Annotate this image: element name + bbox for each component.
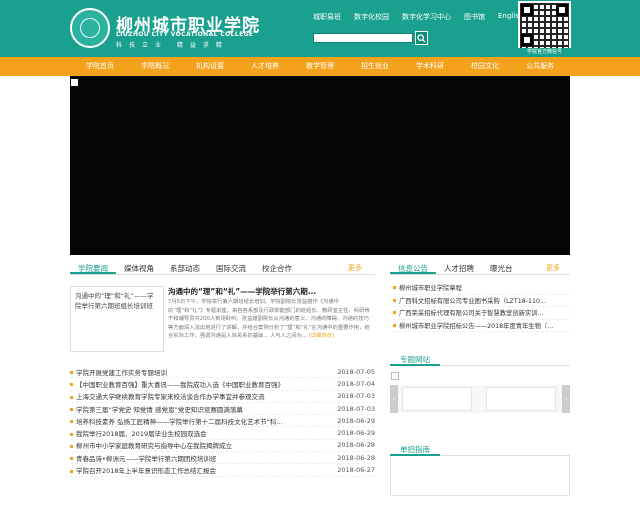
news-row[interactable]: 上海交通大学继续教育学院专家来校洽谈合作办学事宜并参观交流 2018-07-03 (70, 391, 375, 403)
news-date: 2018-06-29 (337, 429, 375, 438)
notice-tabs: 信息公告 人才招聘 曝光台 (390, 261, 570, 275)
carousel-slide[interactable] (486, 387, 556, 411)
guide-header: 单招指南 (390, 442, 570, 456)
search-icon (417, 33, 426, 43)
news-row[interactable]: 青春品诗•柳洲元——学院举行第六期团校培训班 2018-06-28 (70, 452, 375, 465)
qr-caption: 学院官方微信号 (518, 48, 571, 56)
featured-news-image[interactable]: 沟通中的“理”和“礼”——学院举行第六期班组长培训班 (70, 286, 164, 352)
news-row[interactable]: 柳州市中小学家庭教育研究与指导中心在我院揭牌成立 2018-06-28 (70, 440, 375, 453)
tab-media-view[interactable]: 媒体视角 (116, 261, 162, 274)
tab-school-enterprise[interactable]: 校企合作 (254, 261, 300, 274)
notice-item[interactable]: 广西科文招标有限公司专业图书采购（LZT18-110... (393, 295, 569, 307)
news-date: 2018-07-05 (337, 367, 375, 376)
zhuanti-header: 专题网站 (390, 352, 570, 366)
notice-list: 柳州城市职业学院章程 广西科文招标有限公司专业图书采购（LZT18-110...… (393, 282, 569, 332)
notice-item[interactable]: 柳州城市职业学院章程 (393, 282, 569, 295)
tab-international[interactable]: 国际交流 (208, 261, 254, 274)
nav-item-culture[interactable]: 校园文化 (458, 57, 513, 76)
nav-item-services[interactable]: 公共服务 (513, 57, 568, 76)
news-title[interactable]: 青春品诗•柳洲元——学院举行第六期团校培训班 (70, 453, 216, 463)
news-list: 学院开展党建工作实务专题培训 2018-07-05 【中国职业教育百强】重大喜讯—… (70, 366, 375, 477)
zhuanti-title: 专题网站 (390, 352, 440, 366)
news-date: 2018-06-29 (337, 416, 375, 425)
featured-image-caption: 沟通中的“理”和“礼”——学院举行第六期班组长培训班 (75, 292, 154, 310)
guide-title: 单招指南 (390, 442, 440, 456)
chevron-right-icon: › (564, 395, 568, 403)
news-date: 2018-06-27 (337, 466, 375, 475)
college-emblem-icon[interactable] (70, 8, 110, 48)
news-more-link[interactable]: 更多 (348, 263, 362, 273)
main-nav: 学院首页 学院概况 机构设置 人才培养 教学管理 招生就业 学术科研 校园文化 … (0, 57, 640, 76)
top-link-learning-center[interactable]: 数字化学习中心 (402, 12, 451, 22)
news-title[interactable]: 学院第三届“学党史 知党情 感党恩”党史知识竞赛圆满落幕 (70, 404, 243, 414)
nav-item-admission[interactable]: 招生就业 (348, 57, 403, 76)
nav-item-research[interactable]: 学术科研 (403, 57, 458, 76)
news-title[interactable]: 培养科技素养 弘扬工匠精神——学院举行第十二届科技文化艺术节“科… (70, 416, 283, 426)
banner-thumbnail[interactable] (71, 79, 78, 86)
news-row[interactable]: 培养科技素养 弘扬工匠精神——学院举行第十二届科技文化艺术节“科… 2018-06… (70, 415, 375, 428)
notice-item[interactable]: 柳州城市职业学院招标公告——2018年度青年生物（... (393, 320, 569, 332)
top-links: 城职易班 数字化校园 数字化学习中心 图书馆 English (313, 12, 536, 22)
carousel-next-button[interactable]: › (562, 385, 570, 413)
tab-announcements[interactable]: 信息公告 (390, 261, 436, 274)
featured-news-body: 7月5日下午，学院举行第六期班组长培训，学院副院长张益雄作《沟通中的“理”和“礼… (168, 298, 373, 341)
site-header: 柳州城市职业学院 LIUZHOU CITY VOCATIONAL COLLEGE… (0, 0, 640, 57)
notice-item[interactable]: 广西荣采招标代理有限公司关于智慧教室创新实训... (393, 307, 569, 320)
nav-item-teaching[interactable]: 教学管理 (293, 57, 348, 76)
top-link-library[interactable]: 图书馆 (464, 12, 485, 22)
wechat-qr-code (518, 1, 571, 54)
nav-item-organization[interactable]: 机构设置 (183, 57, 238, 76)
zhuanti-checkbox[interactable] (391, 372, 399, 380)
zhuanti-carousel: ‹ › (390, 385, 570, 413)
news-title[interactable]: 学院召开2018年上半年意识形态工作总结汇报会 (70, 465, 216, 475)
news-row[interactable]: 我院举行2018届、2019届毕业生校园双选会 2018-06-29 (70, 427, 375, 440)
carousel-slide[interactable] (402, 387, 472, 411)
top-link-yiban[interactable]: 城职易班 (313, 12, 341, 22)
news-date: 2018-07-03 (337, 404, 375, 413)
carousel-prev-button[interactable]: ‹ (390, 385, 398, 413)
college-name-en: LIUZHOU CITY VOCATIONAL COLLEGE (116, 31, 254, 38)
news-title[interactable]: 柳州市中小学家庭教育研究与指导中心在我院揭牌成立 (70, 440, 232, 450)
news-date: 2018-07-04 (337, 379, 375, 388)
tab-department-news[interactable]: 系部动态 (162, 261, 208, 274)
guide-content (390, 456, 570, 496)
tab-exposure[interactable]: 曝光台 (482, 261, 521, 274)
news-row[interactable]: 学院第三届“学党史 知党情 感党恩”党史知识竞赛圆满落幕 2018-07-03 (70, 403, 375, 416)
featured-news-title[interactable]: 沟通中的“理”和“礼”——学院举行第六期... (168, 286, 316, 297)
news-row[interactable]: 【中国职业教育百强】重大喜讯——我院成功入选《中国职业教育百强》 2018-07-… (70, 378, 375, 391)
top-link-digital-campus[interactable]: 数字化校园 (354, 12, 389, 22)
featured-news-summary: 7月5日下午，学院举行第六期班组长培训，学院副院长张益雄作《沟通中的“理”和“礼… (168, 299, 370, 340)
news-date: 2018-07-03 (337, 392, 375, 401)
tab-college-news[interactable]: 学院要闻 (70, 261, 116, 274)
tab-recruitment[interactable]: 人才招聘 (436, 261, 482, 274)
hero-banner[interactable] (70, 76, 570, 255)
featured-detail-link[interactable]: [详细浏览] (309, 333, 334, 339)
news-tabs: 学院要闻 媒体视角 系部动态 国际交流 校企合作 (70, 261, 375, 275)
nav-item-overview[interactable]: 学院概况 (128, 57, 183, 76)
news-row[interactable]: 学院开展党建工作实务专题培训 2018-07-05 (70, 366, 375, 379)
search-button[interactable] (415, 31, 428, 45)
news-title[interactable]: 【中国职业教育百强】重大喜讯——我院成功入选《中国职业教育百强》 (70, 379, 284, 389)
chevron-left-icon: ‹ (392, 395, 396, 403)
nav-item-talent[interactable]: 人才培养 (238, 57, 293, 76)
college-motto: 科技立业 精益求精 (116, 42, 229, 49)
news-title[interactable]: 上海交通大学继续教育学院专家来校洽谈合作办学事宜并参观交流 (70, 391, 265, 401)
news-date: 2018-06-28 (337, 441, 375, 450)
nav-item-home[interactable]: 学院首页 (73, 57, 128, 76)
search-input[interactable] (313, 33, 413, 43)
news-row[interactable]: 学院召开2018年上半年意识形态工作总结汇报会 2018-06-27 (70, 464, 375, 477)
news-date: 2018-06-28 (337, 453, 375, 462)
news-title[interactable]: 我院举行2018届、2019届毕业生校园双选会 (70, 428, 207, 438)
news-title[interactable]: 学院开展党建工作实务专题培训 (70, 367, 167, 377)
notice-more-link[interactable]: 更多 (546, 263, 560, 273)
